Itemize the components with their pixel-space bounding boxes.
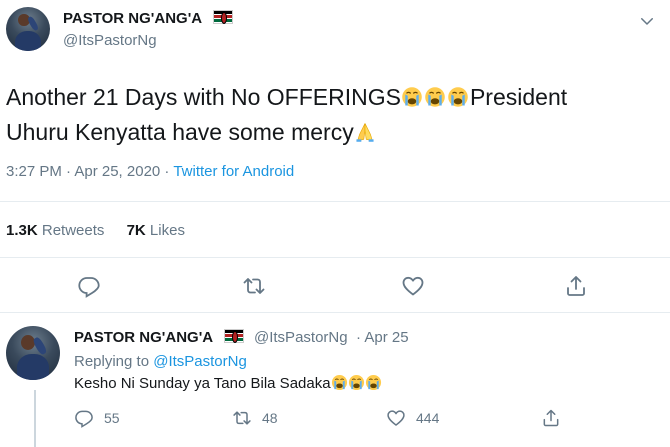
kenya-flag-icon (223, 329, 244, 343)
chevron-down-icon[interactable] (638, 12, 656, 30)
loudly-crying-face-icon (348, 374, 365, 391)
retweet-count: 48 (262, 410, 278, 426)
folded-hands-icon (354, 121, 376, 143)
divider (0, 257, 670, 258)
tweet-source-link[interactable]: Twitter for Android (173, 163, 294, 180)
replying-prefix: Replying to (74, 353, 154, 370)
likes-label: Likes (149, 222, 185, 239)
reply-header: PASTOR NG'ANG'A @ItsPastorNg · Apr 25 (74, 329, 409, 347)
reply-action-reply[interactable]: 55 (74, 408, 120, 428)
main-timestamp-row: 3:27 PM · Apr 25, 2020 · Twitter for And… (6, 163, 294, 180)
loudly-crying-face-icon (447, 86, 469, 108)
share-icon[interactable] (541, 408, 561, 428)
main-text-line1-tail: President (469, 84, 568, 110)
reply-action-like[interactable]: 444 (386, 408, 439, 428)
replying-to-line: Replying to @ItsPastorNg (74, 353, 247, 370)
main-tweet-text: Another 21 Days with No OFFERINGS Preside… (6, 80, 666, 150)
share-icon[interactable] (564, 274, 588, 298)
kenya-flag-icon (212, 10, 233, 24)
divider (0, 312, 670, 313)
reply-tweet-text: Kesho Ni Sunday ya Tano Bila Sadaka (74, 374, 382, 392)
reply-count: 55 (104, 410, 120, 426)
reply-handle[interactable]: @ItsPastorNg (254, 329, 348, 346)
main-display-name[interactable]: PASTOR NG'ANG'A (63, 10, 202, 27)
main-timestamp[interactable]: 3:27 PM · Apr 25, 2020 · (6, 163, 173, 180)
likes-count: 7K (126, 222, 146, 239)
retweets-label: Retweets (41, 222, 105, 239)
likes-stat[interactable]: 7K Likes (127, 222, 185, 239)
like-icon (386, 408, 406, 428)
loudly-crying-face-icon (331, 374, 348, 391)
loudly-crying-face-icon (365, 374, 382, 391)
retweets-count: 1.3K (6, 222, 38, 239)
retweets-stat[interactable]: 1.3K Retweets (6, 222, 104, 239)
main-text-line2: Uhuru Kenyatta have some mercy (6, 119, 354, 145)
main-handle[interactable]: @ItsPastorNg (63, 32, 157, 49)
main-text-line1: Another 21 Days with No OFFERINGS (6, 84, 401, 110)
main-avatar[interactable] (6, 7, 50, 51)
loudly-crying-face-icon (424, 86, 446, 108)
replying-to-link[interactable]: @ItsPastorNg (153, 353, 247, 370)
engagement-stats: 1.3K Retweets 7K Likes (6, 222, 185, 239)
retweet-icon (232, 408, 252, 428)
reply-icon[interactable] (77, 274, 101, 298)
reply-date[interactable]: · Apr 25 (356, 329, 409, 346)
reply-display-name[interactable]: PASTOR NG'ANG'A (74, 329, 213, 346)
thread-line (34, 390, 36, 447)
retweet-icon[interactable] (242, 274, 266, 298)
like-icon[interactable] (401, 274, 425, 298)
reply-action-retweet[interactable]: 48 (232, 408, 278, 428)
divider (0, 201, 670, 202)
like-count: 444 (416, 410, 440, 426)
loudly-crying-face-icon (401, 86, 423, 108)
reply-text: Kesho Ni Sunday ya Tano Bila Sadaka (74, 375, 331, 392)
reply-avatar[interactable] (6, 326, 60, 380)
reply-icon (74, 408, 94, 428)
